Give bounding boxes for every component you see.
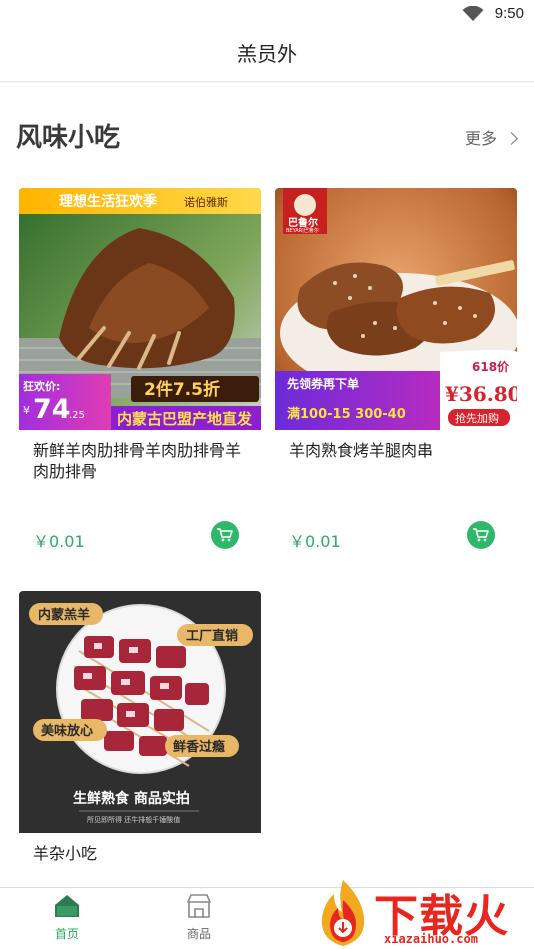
section-header: 风味小吃 更多	[0, 117, 534, 161]
image-slogan-text: 生鲜熟食 商品实拍	[73, 790, 190, 807]
image-price-text: ¥36.80	[445, 382, 517, 406]
product-price: ￥0.01	[289, 532, 341, 551]
image-tag-text: 美味放心	[41, 723, 93, 739]
product-image[interactable]: 巴鲁尔 BEYAR|巴鲁尔 先领券再下单 满100-15 300-40 618价…	[275, 188, 517, 430]
image-price-label: 狂欢价:	[23, 379, 60, 393]
tab-home-label: 首页	[54, 927, 79, 941]
image-price-currency: ¥	[23, 404, 30, 417]
image-tag-text: 内蒙羔羊	[38, 607, 90, 623]
cart-icon	[217, 528, 233, 542]
product-card[interactable]: 内蒙羔羊 工厂直销 美味放心 鲜香过瘾 生鲜熟食 商品实拍 所见即所得 还牛排般…	[19, 591, 261, 887]
page-title: 羔员外	[237, 42, 297, 66]
image-sub-text: 所见即所得 还牛排般千锤酸值	[87, 815, 180, 824]
product-image[interactable]: 内蒙羔羊 工厂直销 美味放心 鲜香过瘾 生鲜熟食 商品实拍 所见即所得 还牛排般…	[19, 591, 261, 833]
product-card[interactable]: 理想生活狂欢季 诺伯雅斯 2件7.5折 狂欢价: ¥ 74 .25 内蒙古巴盟产…	[19, 188, 261, 568]
image-promo-text: 2件7.5折	[144, 379, 220, 400]
image-coupon-text: 先领券再下单	[287, 376, 359, 391]
section-title: 风味小吃	[16, 123, 121, 153]
clock: 9:50	[494, 5, 524, 22]
home-icon	[55, 895, 79, 917]
image-footer-text: 内蒙古巴盟产地直发	[117, 410, 253, 428]
product-name: 新鲜羊肉肋排骨羊肉肋排骨羊肉肋排骨	[33, 441, 242, 481]
image-price-small: .25	[69, 410, 85, 421]
watermark: 下载火 xiazaihuo.com	[312, 876, 534, 949]
image-tag-text: 鲜香过瘾	[173, 739, 225, 755]
watermark-url: xiazaihuo.com	[384, 932, 478, 946]
image-banner-text: 理想生活狂欢季	[59, 193, 157, 210]
product-price: ￥0.01	[33, 532, 85, 551]
image-tag-text: 工厂直销	[186, 628, 238, 644]
product-name: 羊杂小吃	[33, 844, 98, 863]
product-card[interactable]: 巴鲁尔 BEYAR|巴鲁尔 先领券再下单 满100-15 300-40 618价…	[275, 188, 517, 568]
tab-products-label: 商品	[186, 927, 211, 941]
more-link[interactable]: 更多	[464, 125, 518, 149]
more-label: 更多	[464, 129, 497, 148]
chevron-right-icon	[505, 132, 518, 145]
flame-logo-icon	[321, 880, 365, 946]
image-event-text: 618价	[472, 360, 510, 374]
store-icon	[187, 894, 211, 918]
status-bar: 9:50	[0, 0, 534, 28]
app-header: 羔员外	[0, 28, 534, 82]
image-price-big: 74	[33, 394, 71, 425]
tab-home[interactable]: 首页	[32, 894, 102, 942]
image-discount-text: 满100-15 300-40	[287, 406, 406, 422]
add-to-cart-button[interactable]	[467, 521, 495, 549]
image-brand-text: 诺伯雅斯	[184, 195, 228, 209]
add-to-cart-button[interactable]	[211, 521, 239, 549]
wifi-icon	[462, 6, 484, 21]
cart-icon	[473, 528, 489, 542]
tab-products[interactable]: 商品	[164, 894, 234, 942]
product-name: 羊肉熟食烤羊腿肉串	[289, 441, 434, 460]
image-buy-text: 抢先加购	[455, 411, 499, 425]
image-brand-en: BEYAR|巴鲁尔	[286, 227, 319, 234]
product-image[interactable]: 理想生活狂欢季 诺伯雅斯 2件7.5折 狂欢价: ¥ 74 .25 内蒙古巴盟产…	[19, 188, 261, 430]
main-content[interactable]: 风味小吃 更多 理想生活狂欢季 诺伯雅斯 2件7.5折 狂欢价: ¥ 74 .2…	[0, 83, 534, 887]
